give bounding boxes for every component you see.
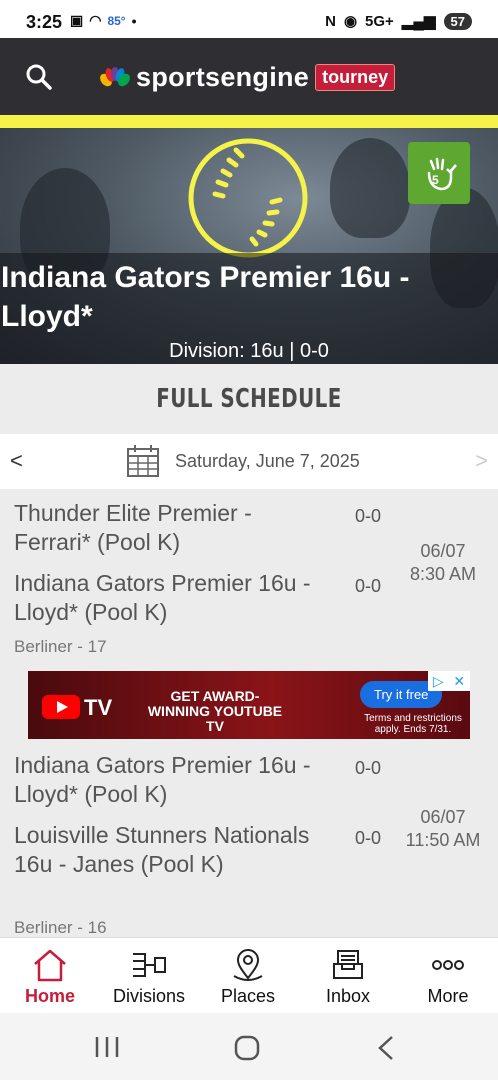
recents-icon[interactable]: [94, 1035, 120, 1059]
home-icon: [34, 949, 66, 982]
location-icon: ◉: [343, 13, 358, 30]
system-nav-bar: [0, 1013, 498, 1080]
game-time: 11:50 AM: [405, 830, 481, 850]
game-card[interactable]: Thunder Elite Premier - Ferrari* (Pool K…: [0, 489, 498, 671]
game-home-score: 0-0: [355, 506, 382, 526]
team-title: Indiana Gators Premier 16u - Lloyd*: [1, 261, 410, 333]
status-left-icons: ▣ ◠ 85° •: [70, 12, 137, 29]
close-icon[interactable]: ✕: [453, 673, 465, 690]
nav-home[interactable]: Home: [0, 948, 100, 1007]
next-day-button[interactable]: >: [475, 448, 488, 474]
ad-choices[interactable]: ▷ ✕: [428, 671, 470, 691]
status-right-icons: N ◉ 5G+ ▂▄▆ 57: [325, 12, 472, 30]
youtube-logo-icon: [42, 695, 80, 719]
nav-more-label: More: [427, 986, 469, 1006]
status-bar: 3:25 ▣ ◠ 85° • N ◉ 5G+ ▂▄▆ 57: [0, 0, 498, 38]
ad-terms: Terms and restrictions apply. Ends 7/31.: [364, 713, 462, 735]
game-date: 06/07: [420, 541, 466, 561]
ad-headline: GET AWARD-WINNING YOUTUBE TV: [147, 688, 283, 734]
brand-badge: tourney: [315, 63, 396, 91]
battery-level: 57: [443, 12, 472, 30]
nav-places-label: Places: [220, 986, 276, 1006]
hand-five-check-icon[interactable]: 5: [408, 142, 470, 204]
svg-text:5: 5: [432, 173, 439, 187]
game-venue[interactable]: Berliner - 17: [14, 637, 107, 657]
game-home-score: 0-0: [355, 758, 382, 778]
division-record: Division: 16u | 0-0: [169, 340, 329, 362]
bottom-nav: Home Divisions Places Inbox More: [0, 937, 498, 1013]
full-schedule-heading: FULL SCHEDULE: [37, 364, 461, 434]
dot-icon: •: [131, 12, 137, 29]
app-header: sportsengine tourney: [0, 38, 498, 115]
nav-divisions-label: Divisions: [112, 986, 186, 1006]
home-button-icon[interactable]: [234, 1035, 260, 1061]
signal-icon: ▂▄▆: [401, 13, 436, 30]
game-away-team[interactable]: Louisville Stunners Nationals 16u - Jane…: [14, 821, 334, 879]
bracket-icon: [133, 953, 166, 977]
game-home-team[interactable]: Thunder Elite Premier - Ferrari* (Pool K…: [14, 499, 334, 557]
screenshot-icon: ▣: [70, 12, 84, 28]
nav-places[interactable]: Places: [198, 948, 298, 1007]
game-home-team[interactable]: Indiana Gators Premier 16u - Lloyd* (Poo…: [14, 751, 334, 809]
game-away-score: 0-0: [355, 828, 382, 848]
wifi-icon: ◠: [89, 12, 102, 28]
sportsengine-logo: sportsengine tourney: [100, 60, 396, 94]
prev-day-button[interactable]: <: [10, 448, 23, 474]
game-venue[interactable]: Berliner - 16: [14, 918, 107, 938]
nav-inbox[interactable]: Inbox: [298, 948, 398, 1007]
game-card[interactable]: Indiana Gators Premier 16u - Lloyd* (Poo…: [0, 741, 498, 937]
peacock-icon: [100, 67, 130, 87]
temperature: 85°: [107, 13, 126, 28]
back-icon[interactable]: [376, 1035, 396, 1061]
nav-divisions[interactable]: Divisions: [99, 948, 199, 1007]
game-away-score: 0-0: [355, 576, 382, 596]
nfc-icon: N: [325, 12, 336, 30]
game-away-team[interactable]: Indiana Gators Premier 16u - Lloyd* (Poo…: [14, 569, 334, 627]
more-icon: [432, 960, 464, 970]
ad-info-icon[interactable]: ▷: [433, 673, 444, 690]
nav-inbox-label: Inbox: [325, 986, 371, 1006]
ad-banner[interactable]: TV GET AWARD-WINNING YOUTUBE TV Try it f…: [28, 671, 470, 739]
accent-bar: [0, 115, 498, 128]
network-type: 5G+: [365, 12, 394, 30]
trophy-bg: [330, 138, 410, 238]
game-time: 8:30 AM: [409, 564, 477, 584]
game-date: 06/07: [420, 807, 466, 827]
schedule-date[interactable]: Saturday, June 7, 2025: [175, 451, 360, 472]
map-pin-icon: [233, 949, 263, 981]
nav-home-label: Home: [24, 986, 75, 1006]
brand-name: sportsengine: [136, 61, 310, 92]
search-icon[interactable]: [24, 62, 54, 92]
nav-more[interactable]: More: [398, 948, 498, 1007]
softball-icon: [188, 138, 308, 258]
inbox-icon: [333, 950, 363, 979]
team-hero: 5 Indiana Gators Premier 16u - Lloyd* Di…: [0, 128, 498, 364]
date-selector: < Saturday, June 7, 2025 >: [0, 434, 498, 489]
calendar-icon[interactable]: [126, 444, 160, 478]
ad-brand: TV: [84, 695, 113, 720]
status-time: 3:25: [26, 12, 63, 32]
